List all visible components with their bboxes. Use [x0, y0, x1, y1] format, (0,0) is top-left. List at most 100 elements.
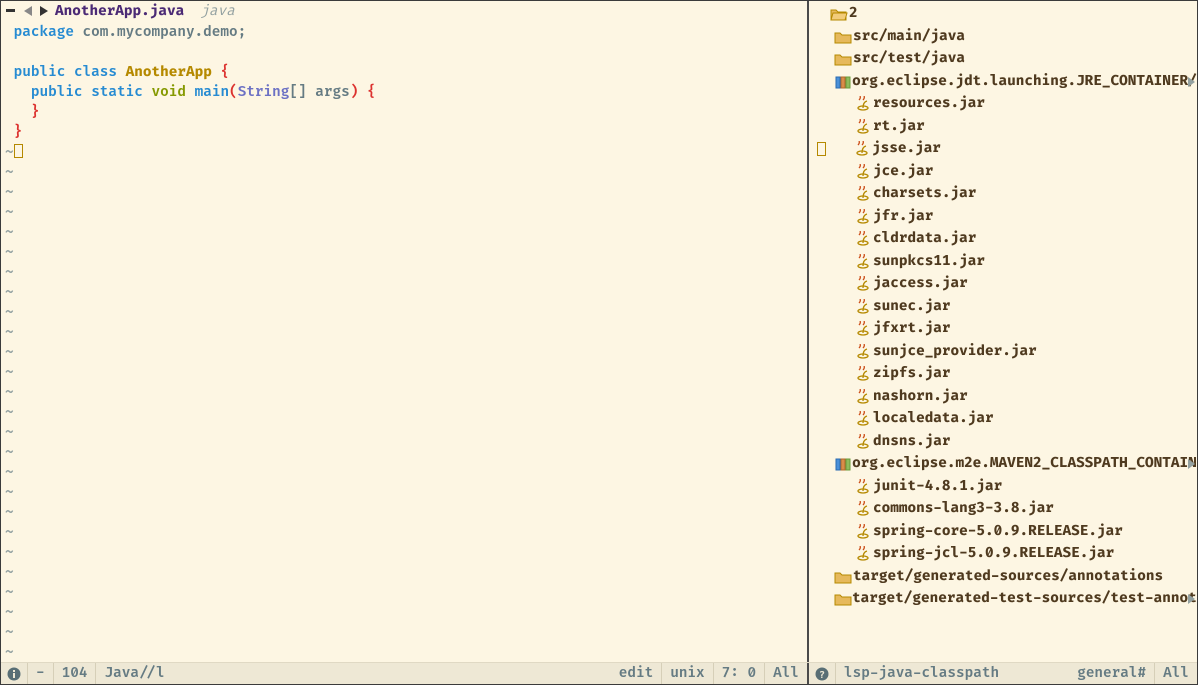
tree-label: commons-lang3-3.8.jar — [873, 498, 1054, 521]
jar-icon — [853, 209, 873, 225]
tree-item[interactable]: sunjce_provider.jar — [849, 341, 1197, 364]
jar-icon — [853, 434, 873, 450]
tree-item[interactable]: nashorn.jar — [849, 386, 1197, 409]
jar-icon — [853, 299, 873, 315]
tree-label: target/generated-sources/annotations — [853, 566, 1163, 589]
tree-label: org.eclipse.m2e.MAVEN2_CLASSPATH_CONTAIN… — [852, 453, 1197, 476]
tree-item[interactable]: zipfs.jar — [849, 363, 1197, 386]
collapse-icon[interactable] — [5, 6, 17, 16]
status-right-mode: general# — [1069, 663, 1155, 684]
tree-item[interactable]: jfr.jar — [849, 206, 1197, 229]
cursor — [14, 144, 23, 158]
jar-icon — [853, 276, 873, 292]
tree-label: rt.jar — [873, 116, 925, 139]
status-position: 7: 0 — [714, 663, 765, 684]
jar-icon — [853, 231, 873, 247]
tree-label: spring-core-5.0.9.RELEASE.jar — [873, 521, 1123, 544]
editor-header: AnotherApp.java java — [1, 1, 807, 23]
tree-item[interactable]: junit-4.8.1.jar — [849, 476, 1197, 499]
tree-item[interactable]: cldrdata.jar — [849, 228, 1197, 251]
tree-item[interactable]: rt.jar — [849, 116, 1197, 139]
overflow-arrow-icon — [1188, 594, 1195, 604]
jar-icon — [853, 96, 873, 112]
jar-icon — [853, 546, 873, 562]
jar-icon — [853, 186, 873, 202]
tree-item[interactable]: spring-core-5.0.9.RELEASE.jar — [849, 521, 1197, 544]
tree-item[interactable]: commons-lang3-3.8.jar — [849, 498, 1197, 521]
tree-item[interactable]: org.eclipse.m2e.MAVEN2_CLASSPATH_CONTAIN… — [829, 453, 1197, 476]
status-right-title: lsp-java-classpath — [836, 663, 1007, 684]
status-count: 104 — [54, 663, 97, 684]
tree-item[interactable]: src/test/java — [829, 48, 1197, 71]
tree-label: resources.jar — [873, 93, 985, 116]
jar-icon — [853, 344, 873, 360]
tree-root[interactable]: 2 — [809, 3, 1197, 26]
jar-icon — [853, 254, 873, 270]
tree-label: localedata.jar — [873, 408, 994, 431]
tree-label: target/generated-test-sources/test-annot… — [852, 588, 1197, 611]
tree-label: junit-4.8.1.jar — [873, 476, 1002, 499]
nav-back-icon[interactable] — [23, 5, 33, 17]
tree-label: spring-jcl-5.0.9.RELEASE.jar — [873, 543, 1114, 566]
jar-icon — [853, 411, 873, 427]
tree-item[interactable]: jfxrt.jar — [849, 318, 1197, 341]
tree-item[interactable]: sunec.jar — [849, 296, 1197, 319]
jar-icon — [852, 141, 872, 157]
overflow-arrow-icon — [1188, 459, 1195, 469]
tree-label: 2 — [849, 3, 858, 26]
tree-item[interactable]: sunpkcs11.jar — [849, 251, 1197, 274]
language-label: java — [200, 3, 234, 20]
status-encoding: unix — [662, 663, 713, 684]
status-right-scroll: All — [1155, 663, 1197, 684]
jar-icon — [853, 119, 873, 135]
overflow-arrow-icon — [1188, 77, 1195, 87]
folder-icon — [833, 52, 853, 66]
tree-item[interactable]: dnsns.jar — [849, 431, 1197, 454]
jar-icon — [853, 479, 873, 495]
tree-label: nashorn.jar — [873, 386, 968, 409]
tree-item[interactable]: jaccess.jar — [849, 273, 1197, 296]
tree-item[interactable]: src/main/java — [829, 26, 1197, 49]
svg-text:?: ? — [819, 670, 825, 681]
status-mode: edit — [611, 663, 662, 684]
tree-label: org.eclipse.jdt.launching.JRE_CONTAINER/… — [852, 71, 1197, 94]
tree-item[interactable]: resources.jar — [849, 93, 1197, 116]
tree-label: jfxrt.jar — [873, 318, 951, 341]
tree-label: jsse.jar — [872, 138, 941, 161]
jar-icon — [853, 524, 873, 540]
folder-icon — [833, 30, 853, 44]
tree-item[interactable]: jce.jar — [849, 161, 1197, 184]
code-editor[interactable]: package com.mycompany.demo; public class… — [1, 23, 807, 662]
jar-icon — [853, 389, 873, 405]
lib-icon — [833, 75, 852, 89]
tree-item[interactable]: charsets.jar — [849, 183, 1197, 206]
status-help-icon[interactable]: ? — [809, 663, 836, 684]
folder-icon — [833, 570, 853, 584]
status-lang: Java//l — [96, 663, 172, 684]
tree-label: cldrdata.jar — [873, 228, 976, 251]
tree-item[interactable]: target/generated-test-sources/test-annot… — [829, 588, 1197, 611]
jar-icon — [853, 366, 873, 382]
tree-label: src/test/java — [853, 48, 965, 71]
tree-label: jce.jar — [873, 161, 933, 184]
status-bar: - 104 Java//l edit unix 7: 0 All ? lsp-j… — [1, 662, 1197, 684]
tree-label: src/main/java — [853, 26, 965, 49]
tree-item[interactable]: target/generated-sources/annotations — [829, 566, 1197, 589]
classpath-pane: 2src/main/javasrc/test/javaorg.eclipse.j… — [809, 1, 1197, 662]
file-name-label: AnotherApp.java — [55, 3, 184, 20]
tree-label: charsets.jar — [873, 183, 976, 206]
tree-label: sunjce_provider.jar — [873, 341, 1037, 364]
nav-forward-icon[interactable] — [39, 5, 49, 17]
editor-pane: AnotherApp.java java package com.mycompa… — [1, 1, 809, 662]
status-dash: - — [28, 663, 54, 684]
tree-item[interactable]: localedata.jar — [849, 408, 1197, 431]
tree-item[interactable]: spring-jcl-5.0.9.RELEASE.jar — [849, 543, 1197, 566]
status-info-icon[interactable] — [1, 663, 28, 684]
tree-item[interactable]: org.eclipse.jdt.launching.JRE_CONTAINER/… — [829, 71, 1197, 94]
jar-icon — [853, 501, 873, 517]
tree-item[interactable]: jsse.jar — [849, 138, 1197, 161]
lib-icon — [833, 457, 852, 471]
jar-icon — [853, 164, 873, 180]
classpath-tree[interactable]: 2src/main/javasrc/test/javaorg.eclipse.j… — [809, 1, 1197, 662]
tree-label: zipfs.jar — [873, 363, 951, 386]
